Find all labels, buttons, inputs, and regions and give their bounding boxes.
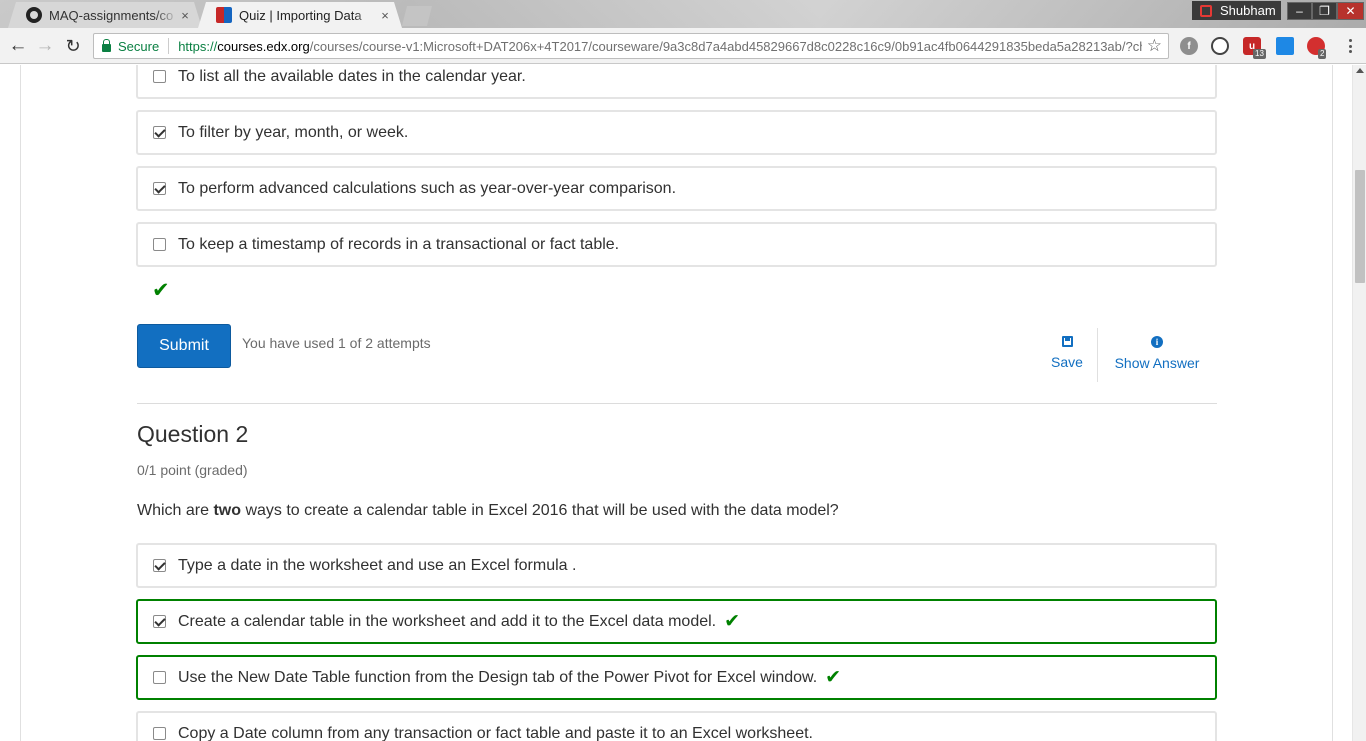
prompt-before: Which are — [137, 502, 214, 519]
back-arrow-icon[interactable]: ← — [6, 34, 30, 58]
ext-photo-icon[interactable] — [1276, 37, 1294, 55]
choice-label: To list all the available dates in the c… — [178, 67, 526, 85]
checkbox[interactable] — [153, 615, 166, 628]
scroll-up-arrow-icon[interactable] — [1356, 68, 1364, 73]
profile-name: Shubham — [1220, 3, 1276, 18]
tab-github[interactable]: MAQ-assignments/co × — [8, 2, 202, 28]
browser-menu-icon[interactable] — [1341, 37, 1359, 55]
submit-button[interactable]: Submit — [137, 324, 231, 368]
q1-choice-3[interactable]: To perform advanced calculations such as… — [136, 166, 1217, 211]
ext-reddit-icon[interactable]: f — [1180, 37, 1198, 55]
tab-title: MAQ-assignments/co — [49, 7, 174, 23]
forward-arrow-icon[interactable]: → — [33, 34, 57, 58]
choice-label: Type a date in the worksheet and use an … — [178, 556, 577, 574]
close-window-button[interactable]: ✕ — [1337, 2, 1364, 20]
action-divider — [1097, 328, 1098, 382]
q2-choice-2[interactable]: Create a calendar table in the worksheet… — [136, 599, 1217, 644]
q2-choice-1[interactable]: Type a date in the worksheet and use an … — [136, 543, 1217, 588]
correct-check-icon: ✔ — [724, 611, 741, 632]
question-points: 0/1 point (graded) — [137, 462, 248, 478]
prompt-emphasis: two — [213, 502, 242, 519]
url-scheme: https:// — [178, 38, 218, 54]
scroll-thumb[interactable] — [1355, 170, 1365, 283]
choice-label: To keep a timestamp of records in a tran… — [178, 235, 620, 253]
q1-choice-1[interactable]: To list all the available dates in the c… — [136, 65, 1217, 99]
profile-button[interactable]: Shubham — [1192, 1, 1281, 20]
question-title: Question 2 — [137, 421, 249, 447]
show-answer-button[interactable]: i Show Answer — [1104, 336, 1210, 371]
ext-speed-icon[interactable] — [1211, 37, 1229, 55]
checkbox[interactable] — [153, 238, 166, 251]
lock-icon — [102, 38, 111, 52]
browser-toolbar: ← → ↻ Secure https:// courses.edx.org /c… — [0, 28, 1366, 64]
choice-label: Use the New Date Table function from the… — [178, 668, 818, 686]
tab-title: Quiz | Importing Data — [239, 7, 362, 23]
choice-label: Copy a Date column from any transaction … — [178, 724, 813, 741]
show-answer-label: Show Answer — [1114, 355, 1200, 371]
checkbox[interactable] — [153, 727, 166, 740]
page-scrollbar[interactable] — [1352, 65, 1366, 741]
q2-choice-3[interactable]: Use the New Date Table function from the… — [136, 655, 1217, 700]
ext-ublock-badge: 13 — [1253, 49, 1266, 59]
minimize-button[interactable]: – — [1287, 2, 1312, 20]
question-divider — [137, 403, 1217, 404]
info-icon: i — [1151, 336, 1163, 348]
tab-strip: MAQ-assignments/co × Quiz | Importing Da… — [0, 0, 1366, 28]
url-host: courses.edx.org — [217, 38, 310, 54]
save-button[interactable]: Save — [1044, 336, 1090, 370]
url-path: /courses/course-v1:Microsoft+DAT206x+4T2… — [309, 38, 1142, 54]
reload-icon[interactable]: ↻ — [61, 34, 85, 58]
choice-label: To filter by year, month, or week. — [178, 123, 409, 141]
checkbox[interactable] — [153, 671, 166, 684]
new-tab-button[interactable] — [402, 6, 432, 26]
save-label: Save — [1051, 354, 1083, 370]
tab-close-icon[interactable]: × — [178, 8, 192, 23]
address-bar[interactable]: Secure https:// courses.edx.org /courses… — [93, 33, 1169, 59]
checkbox[interactable] — [153, 559, 166, 572]
attempts-text: You have used 1 of 2 attempts — [242, 335, 431, 351]
question-prompt: Which are two ways to create a calendar … — [137, 502, 839, 520]
correct-check-icon: ✔ — [825, 667, 842, 688]
checkbox[interactable] — [153, 70, 166, 83]
tab-close-icon[interactable]: × — [378, 8, 392, 23]
checkbox[interactable] — [153, 182, 166, 195]
bookmark-star-icon[interactable]: ☆ — [1147, 36, 1162, 56]
q1-choice-2[interactable]: To filter by year, month, or week. — [136, 110, 1217, 155]
page-viewport: To list all the available dates in the c… — [0, 65, 1352, 741]
omnibox-divider — [168, 38, 170, 54]
q2-choice-4[interactable]: Copy a Date column from any transaction … — [136, 711, 1217, 741]
choice-label: To perform advanced calculations such as… — [178, 179, 677, 197]
github-icon — [26, 7, 42, 23]
edx-icon — [216, 7, 232, 23]
save-icon — [1061, 336, 1073, 347]
ext-adblock-badge: 2 — [1318, 49, 1327, 59]
maximize-button[interactable]: ❐ — [1312, 2, 1337, 20]
checkbox[interactable] — [153, 126, 166, 139]
prompt-after: ways to create a calendar table in Excel… — [241, 502, 839, 519]
tab-edx-quiz[interactable]: Quiz | Importing Data × — [198, 2, 402, 28]
choice-label: Create a calendar table in the worksheet… — [178, 612, 717, 630]
secure-label: Secure — [118, 38, 160, 54]
q1-choice-4[interactable]: To keep a timestamp of records in a tran… — [136, 222, 1217, 267]
correct-check-icon: ✔ — [152, 279, 170, 302]
profile-icon — [1200, 4, 1212, 17]
